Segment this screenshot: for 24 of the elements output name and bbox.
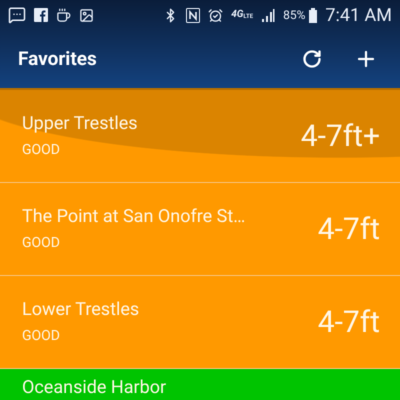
- clock: 7:41 AM: [325, 4, 392, 28]
- signal-icon: [261, 8, 276, 22]
- wave-height: 4-7ft+: [300, 118, 380, 156]
- spot-row[interactable]: Upper Trestles GOOD 4-7ft+: [0, 90, 400, 183]
- battery-percent: 85%: [283, 7, 306, 24]
- cup-icon: [56, 8, 71, 22]
- spot-name: Upper Trestles: [22, 112, 139, 135]
- facebook-icon: [34, 8, 48, 22]
- wave-height: 4-7ft: [318, 304, 380, 342]
- spot-rating: GOOD: [22, 328, 61, 346]
- message-icon: [8, 6, 26, 24]
- app-title: Favorites: [18, 46, 98, 72]
- spot-rating: GOOD: [22, 235, 61, 252]
- refresh-icon: [302, 49, 322, 69]
- spot-row[interactable]: Oceanside Harbor: [0, 369, 400, 400]
- spot-rating: GOOD: [22, 142, 61, 160]
- alarm-icon: [208, 8, 224, 22]
- spot-name: Lower Trestles: [22, 298, 140, 321]
- image-icon: [79, 8, 94, 22]
- nfc-icon: [186, 8, 200, 22]
- spot-name: The Point at San Onofre St…: [22, 206, 246, 228]
- wave-height: 4-7ft: [318, 210, 380, 248]
- battery-icon: [309, 8, 318, 22]
- spot-name: Oceanside Harbor: [22, 377, 168, 400]
